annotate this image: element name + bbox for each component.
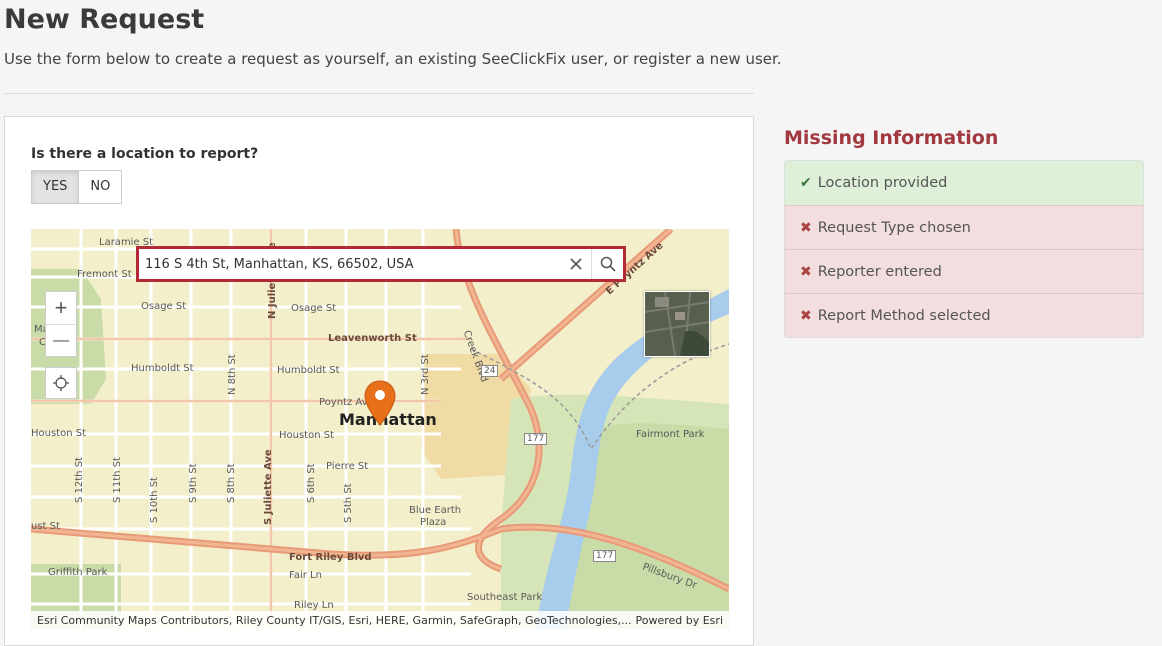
attribution-text: Esri Community Maps Contributors, Riley … bbox=[37, 613, 632, 627]
locate-icon[interactable] bbox=[45, 367, 77, 399]
missing-item-label: Reporter entered bbox=[817, 263, 942, 280]
zoom-control: + — bbox=[45, 291, 77, 357]
page-title: New Request bbox=[4, 4, 205, 35]
map-label: S 10th St bbox=[149, 477, 160, 523]
cross-icon: ✖ bbox=[800, 219, 812, 236]
map-label: Blue Earth bbox=[409, 505, 462, 516]
map-label: Houston St bbox=[279, 430, 335, 441]
map-label: S 9th St bbox=[188, 463, 199, 503]
location-no-button[interactable]: NO bbox=[79, 170, 123, 204]
map-label: S 12th St bbox=[74, 457, 85, 503]
missing-item-reporter: ✖ Reporter entered bbox=[785, 249, 1143, 293]
map-label: N 3rd St bbox=[420, 354, 431, 395]
map-label: Plaza bbox=[420, 517, 447, 528]
missing-item-label: Report Method selected bbox=[817, 307, 991, 324]
check-icon: ✔ bbox=[800, 175, 812, 191]
location-map[interactable]: Laramie St Fremont St Osage St Osage St … bbox=[31, 229, 729, 629]
location-yes-button[interactable]: YES bbox=[31, 170, 80, 204]
map-label: N 8th St bbox=[227, 354, 238, 395]
request-form-panel: Is there a location to report? YES NO La… bbox=[4, 116, 754, 646]
map-label: Houston St bbox=[31, 428, 87, 439]
address-search-input[interactable] bbox=[139, 249, 561, 279]
close-icon[interactable] bbox=[561, 249, 591, 279]
powered-by-esri[interactable]: Powered by Esri bbox=[635, 614, 723, 627]
map-label: Osage St bbox=[291, 303, 337, 314]
map-label: Humboldt St bbox=[131, 363, 194, 374]
map-label: Fair Ln bbox=[289, 570, 322, 581]
highway-shield: 177 bbox=[593, 550, 617, 562]
map-label: S 6th St bbox=[306, 463, 317, 503]
cross-icon: ✖ bbox=[800, 263, 812, 280]
map-label: S 5th St bbox=[343, 483, 354, 523]
map-pin-icon[interactable] bbox=[363, 379, 397, 432]
zoom-in-button[interactable]: + bbox=[46, 292, 76, 324]
missing-info-title: Missing Information bbox=[784, 127, 999, 149]
map-label: Southeast Park bbox=[467, 592, 543, 603]
map-label: S 8th St bbox=[226, 463, 237, 503]
address-search bbox=[136, 246, 626, 282]
missing-item-location: ✔ Location provided bbox=[785, 161, 1143, 205]
map-label: Osage St bbox=[141, 301, 187, 312]
cross-icon: ✖ bbox=[800, 307, 812, 324]
location-question-label: Is there a location to report? bbox=[31, 146, 259, 162]
map-attribution: Esri Community Maps Contributors, Riley … bbox=[31, 611, 729, 629]
missing-item-label: Request Type chosen bbox=[817, 219, 971, 236]
map-label: S 11th St bbox=[112, 457, 123, 503]
basemap-toggle[interactable] bbox=[644, 291, 710, 357]
map-label: Pierre St bbox=[326, 461, 369, 472]
page-subtitle: Use the form below to create a request a… bbox=[4, 50, 782, 68]
divider bbox=[4, 93, 754, 94]
missing-info-list: ✔ Location provided ✖ Request Type chose… bbox=[784, 160, 1144, 338]
missing-item-request-type: ✖ Request Type chosen bbox=[785, 205, 1143, 249]
map-label: Fremont St bbox=[77, 269, 132, 280]
map-label: Humboldt St bbox=[277, 365, 340, 376]
location-toggle: YES NO bbox=[31, 170, 123, 204]
missing-item-report-method: ✖ Report Method selected bbox=[785, 293, 1143, 337]
map-label: Griffith Park bbox=[48, 567, 108, 578]
highway-shield: 24 bbox=[481, 365, 499, 377]
map-label: Leavenworth St bbox=[328, 333, 417, 344]
highway-shield: 177 bbox=[524, 433, 548, 445]
map-label: Fairmont Park bbox=[636, 429, 705, 440]
map-label: Riley Ln bbox=[294, 600, 334, 611]
map-label: Fort Riley Blvd bbox=[289, 552, 372, 563]
zoom-out-button[interactable]: — bbox=[46, 324, 76, 356]
search-icon[interactable] bbox=[591, 249, 623, 279]
map-label: ust St bbox=[31, 521, 60, 532]
map-label: S Juliette Ave bbox=[263, 449, 274, 525]
missing-item-label: Location provided bbox=[817, 175, 948, 191]
